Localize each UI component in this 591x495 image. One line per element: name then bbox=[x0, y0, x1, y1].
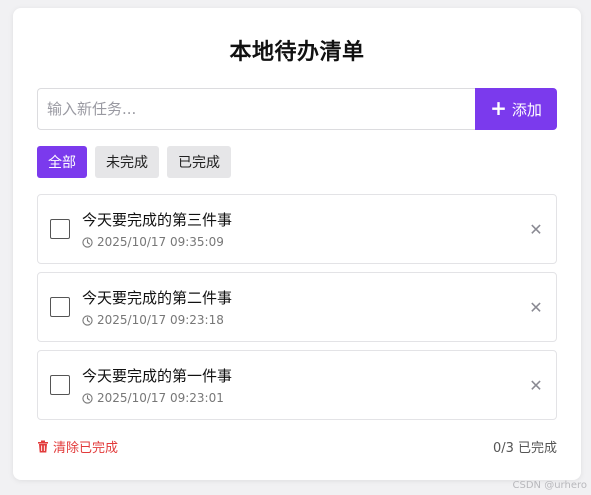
filter-all-button[interactable]: 全部 bbox=[37, 146, 87, 178]
filter-tabs: 全部 未完成 已完成 bbox=[37, 146, 231, 178]
todo-item: 今天要完成的第三件事 2025/10/17 09:35:09 ✕ bbox=[37, 194, 557, 264]
page-title: 本地待办清单 bbox=[229, 40, 365, 65]
todo-checkbox[interactable] bbox=[50, 297, 70, 317]
plus-icon: + bbox=[490, 96, 507, 120]
todo-footer: 清除已完成 0/3 已完成 bbox=[37, 436, 557, 456]
todo-time-text: 2025/10/17 09:35:09 bbox=[97, 235, 224, 249]
todo-time-text: 2025/10/17 09:23:01 bbox=[97, 391, 224, 405]
completion-stats: 0/3 已完成 bbox=[492, 440, 557, 456]
todo-card: 本地待办清单 + 添加 全部 未完成 已完成 今天要完成的第三件事 2025/1… bbox=[13, 8, 581, 480]
clear-completed-label: 清除已完成 bbox=[53, 440, 119, 456]
trash-icon bbox=[38, 440, 48, 452]
todo-text: 今天要完成的第三件事 bbox=[82, 211, 233, 229]
add-task-row: + 添加 bbox=[37, 88, 557, 130]
new-task-input[interactable] bbox=[37, 88, 475, 130]
todo-text: 今天要完成的第一件事 bbox=[82, 367, 233, 385]
filter-completed-button[interactable]: 已完成 bbox=[167, 146, 231, 178]
clock-icon bbox=[82, 392, 93, 404]
todo-item: 今天要完成的第一件事 2025/10/17 09:23:01 ✕ bbox=[37, 350, 557, 420]
close-icon: ✕ bbox=[529, 375, 543, 395]
add-task-button[interactable]: + 添加 bbox=[475, 88, 557, 130]
delete-todo-button[interactable]: ✕ bbox=[526, 297, 546, 317]
clock-icon bbox=[82, 314, 93, 326]
todo-time-text: 2025/10/17 09:23:18 bbox=[97, 313, 224, 327]
todo-checkbox[interactable] bbox=[50, 219, 70, 239]
todo-timestamp: 2025/10/17 09:23:01 bbox=[82, 391, 224, 405]
delete-todo-button[interactable]: ✕ bbox=[526, 219, 546, 239]
filter-active-button[interactable]: 未完成 bbox=[95, 146, 159, 178]
delete-todo-button[interactable]: ✕ bbox=[526, 375, 546, 395]
todo-timestamp: 2025/10/17 09:35:09 bbox=[82, 235, 224, 249]
add-button-label: 添加 bbox=[511, 100, 542, 119]
close-icon: ✕ bbox=[529, 297, 543, 317]
clear-completed-button[interactable]: 清除已完成 bbox=[37, 437, 118, 456]
clock-icon bbox=[82, 236, 93, 248]
todo-timestamp: 2025/10/17 09:23:18 bbox=[82, 313, 224, 327]
todo-text: 今天要完成的第二件事 bbox=[82, 289, 233, 307]
close-icon: ✕ bbox=[529, 219, 543, 239]
todo-checkbox[interactable] bbox=[50, 375, 70, 395]
todo-item: 今天要完成的第二件事 2025/10/17 09:23:18 ✕ bbox=[37, 272, 557, 342]
todo-list: 今天要完成的第三件事 2025/10/17 09:35:09 ✕ 今天要完成的第… bbox=[37, 194, 557, 428]
watermark: CSDN @urhero bbox=[512, 480, 587, 491]
